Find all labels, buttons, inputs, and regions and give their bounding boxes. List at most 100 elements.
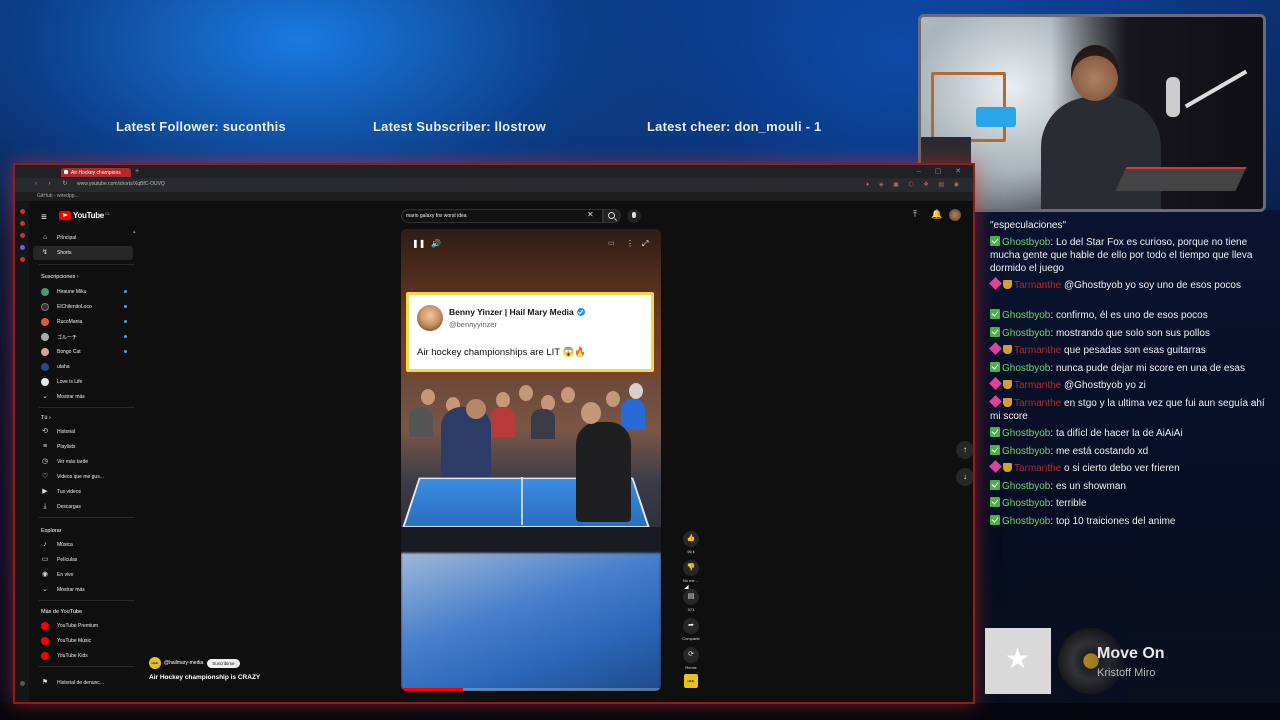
rail-icon[interactable] — [20, 257, 25, 262]
show-more-subscriptions[interactable]: ⌄ Mostrar más — [33, 390, 133, 404]
search-input[interactable]: mario galaxy fox worst idea — [401, 209, 603, 223]
browser-capture: Air Hockey champions + – ▢ ✕ ‹ › ↻ www.y… — [13, 163, 975, 704]
gem-badge-icon — [989, 395, 1002, 408]
sound-thumbnail[interactable]: HAIL — [679, 674, 703, 688]
bottom-strip — [0, 703, 1280, 720]
voice-search-icon[interactable] — [627, 209, 641, 223]
subscription-item[interactable]: Love is Life — [33, 375, 133, 389]
sidebar-item-youtube-kids[interactable]: YouTube Kids — [33, 649, 133, 663]
extension-icons[interactable]: ♦ ◈ ▣ ⬡ ❖ ▤ ◉ — [866, 181, 963, 188]
fullscreen-icon[interactable]: ⤢ — [642, 239, 648, 249]
sidebar-item-shorts[interactable]: ↯ Shorts — [33, 246, 133, 260]
url-field[interactable]: www.youtube.com/shorts/XqBfC-OUVQ — [77, 181, 165, 187]
upload-icon[interactable]: ⤒ — [913, 209, 917, 220]
search-button[interactable] — [603, 209, 621, 223]
you-header[interactable]: Tú › — [41, 415, 51, 421]
chat-message: Tarmanthe en stgo y la ultima vez que fu… — [989, 395, 1270, 423]
film-icon: ▭ — [41, 556, 49, 563]
remix-button[interactable]: ⟳ Remix — [679, 647, 703, 670]
subscription-item[interactable]: Hiraune Miku — [33, 285, 133, 299]
clock-icon: ◷ — [41, 458, 49, 465]
flag-icon: ⚑ — [41, 679, 49, 686]
sidebar-item-music[interactable]: ♪ Música — [33, 538, 133, 552]
bell-icon[interactable]: 🔔 — [931, 209, 942, 220]
volume-icon[interactable]: 🔊 — [431, 239, 441, 248]
pause-icon[interactable]: ❚❚ — [412, 239, 425, 248]
avatar[interactable] — [949, 209, 961, 221]
rail-icon[interactable] — [20, 209, 25, 214]
moderator-badge-icon — [990, 480, 1000, 490]
subscription-item[interactable]: utaha — [33, 360, 133, 374]
more-options-icon[interactable]: ⋮ — [626, 239, 634, 248]
new-content-dot — [124, 305, 127, 308]
video-progress-bar[interactable] — [401, 688, 661, 691]
video-title[interactable]: Air Hockey championship is CRAZY — [149, 674, 260, 681]
rail-icon[interactable] — [20, 245, 25, 250]
chat-text: me está costando xd — [1055, 446, 1149, 457]
captions-icon[interactable]: ▭ — [608, 239, 615, 247]
sidebar-item-principal[interactable]: ⌂ Principal — [33, 231, 133, 245]
like-button[interactable]: 👍 96 k — [679, 531, 703, 554]
sidebar-item-liked[interactable]: ♡ Videos que me gus... — [33, 470, 133, 484]
next-short-button[interactable]: ↓ — [956, 468, 973, 486]
video-progress-fill — [401, 688, 464, 691]
chat-username: Tarmanthe — [1014, 463, 1062, 474]
bookmark-item[interactable]: GitHub - wiredpp... — [37, 193, 79, 199]
browser-tab[interactable]: Air Hockey champions — [61, 168, 131, 177]
chat-message: Ghostbyob: Lo del Star Fox es curioso, p… — [990, 236, 1253, 274]
hamburger-menu-icon[interactable]: ≡ — [41, 212, 47, 223]
short-video-player[interactable]: ❚❚ 🔊 ▭ ⋮ ⤢ Benny Yinzer | Hail Mary Medi… — [401, 229, 661, 691]
chat-message: Ghostbyob: me está costando xd — [990, 445, 1270, 458]
sidebar-item-youtube-music[interactable]: YouTube Music — [33, 634, 133, 648]
sidebar-item-history[interactable]: ⟲ Historial — [33, 425, 133, 439]
sidebar-item-downloads[interactable]: ⤓ Descargas — [33, 500, 133, 514]
rail-icon[interactable] — [20, 221, 25, 226]
scroll-up-icon[interactable]: ▴ — [133, 229, 136, 235]
subscription-item[interactable]: Bongo Cat — [33, 345, 133, 359]
previous-short-button[interactable]: ↑ — [956, 441, 973, 459]
sidebar-item-playlists[interactable]: ≡ Playlists — [33, 440, 133, 454]
chat-text: confirmo, él es uno de esos pocos — [1055, 310, 1208, 321]
thumbs-down-icon: 👎 — [683, 560, 699, 576]
channel-name[interactable]: @hailmary-media — [164, 660, 203, 666]
channel-avatar[interactable]: HAIL — [149, 657, 161, 669]
sidebar-item-live[interactable]: ◉ En vivo — [33, 568, 133, 582]
chat-text: @Ghostbyob yo soy uno de esos pocos — [1064, 280, 1241, 291]
channel-avatar-icon — [41, 363, 49, 371]
sidebar-item-your-videos[interactable]: ▶ Tus videos — [33, 485, 133, 499]
youtube-logo[interactable]: YouTube CL — [59, 211, 110, 220]
show-more-explore[interactable]: ⌄ Mostrar más — [33, 583, 133, 597]
chat-message: Ghostbyob: terrible — [990, 497, 1270, 510]
now-playing-title: Move On — [1097, 645, 1165, 662]
window-controls[interactable]: – ▢ ✕ — [917, 167, 967, 175]
chat-username: Tarmanthe — [1014, 280, 1062, 291]
new-tab-button[interactable]: + — [135, 168, 139, 175]
subscription-item[interactable]: ElChilenitoLoco — [33, 300, 133, 314]
channel-avatar-icon — [41, 348, 49, 356]
chat-text: "especulaciones" — [990, 220, 1067, 231]
chat-text: @Ghostbyob yo zi — [1064, 380, 1146, 391]
bookmarks-bar: GitHub - wiredpp... — [15, 192, 973, 201]
subscriptions-header[interactable]: Suscripciones › — [41, 274, 79, 280]
divider — [39, 264, 135, 265]
rail-icon[interactable] — [20, 681, 25, 686]
channel-avatar-icon — [41, 333, 49, 341]
rail-icon[interactable] — [20, 233, 25, 238]
sidebar-item-report-history[interactable]: ⚑ Historial de denunc... — [33, 676, 133, 690]
share-button[interactable]: ➦ Compartir — [679, 618, 703, 641]
subscription-item[interactable]: RucoMania — [33, 315, 133, 329]
address-bar: ‹ › ↻ www.youtube.com/shorts/XqBfC-OUVQ … — [15, 178, 973, 192]
subscribe-button[interactable]: Suscribirse — [207, 658, 240, 668]
cup-badge-icon — [1003, 280, 1012, 289]
sidebar-item-movies[interactable]: ▭ Películas — [33, 553, 133, 567]
nav-buttons[interactable]: ‹ › ↻ — [35, 180, 72, 187]
blurred-footage — [401, 553, 661, 691]
divider — [39, 517, 135, 518]
gem-badge-icon — [989, 377, 1002, 390]
clear-search-icon[interactable]: ✕ — [587, 210, 594, 219]
subscription-item[interactable]: ゴルーチ — [33, 330, 133, 344]
dislike-button[interactable]: 👎 No me ... — [679, 560, 703, 583]
sidebar-item-youtube-premium[interactable]: YouTube Premium — [33, 619, 133, 633]
comments-button[interactable]: ▤ 971 — [679, 589, 703, 612]
sidebar-item-watch-later[interactable]: ◷ Ver más tarde — [33, 455, 133, 469]
